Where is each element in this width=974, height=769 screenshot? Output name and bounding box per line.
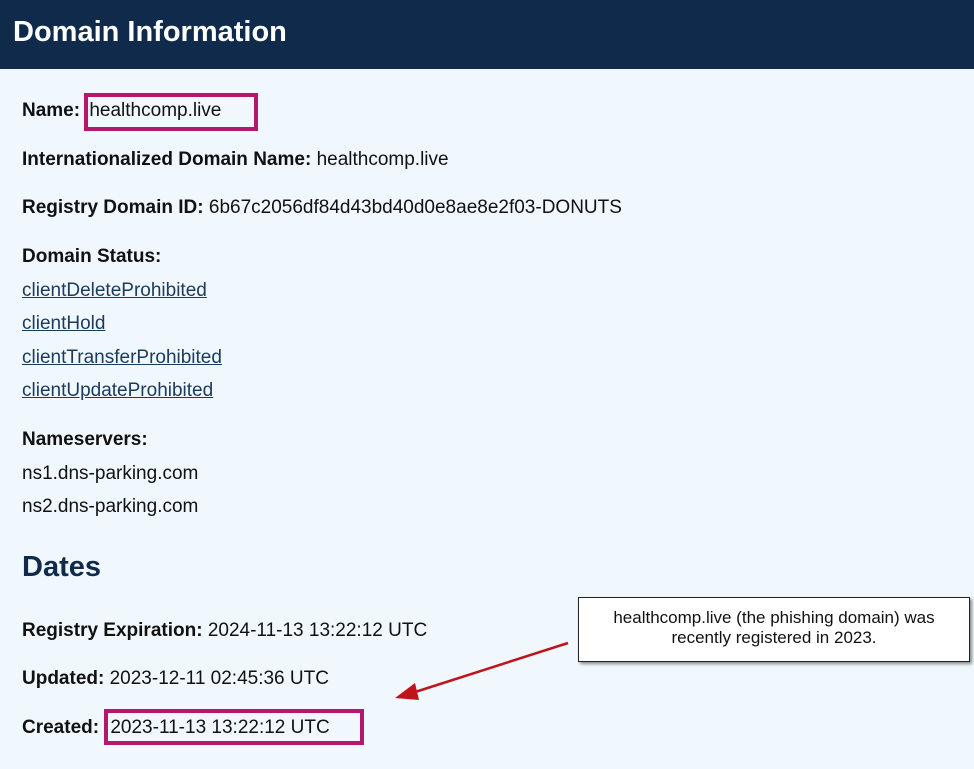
annotation-arrow-icon xyxy=(395,641,569,700)
